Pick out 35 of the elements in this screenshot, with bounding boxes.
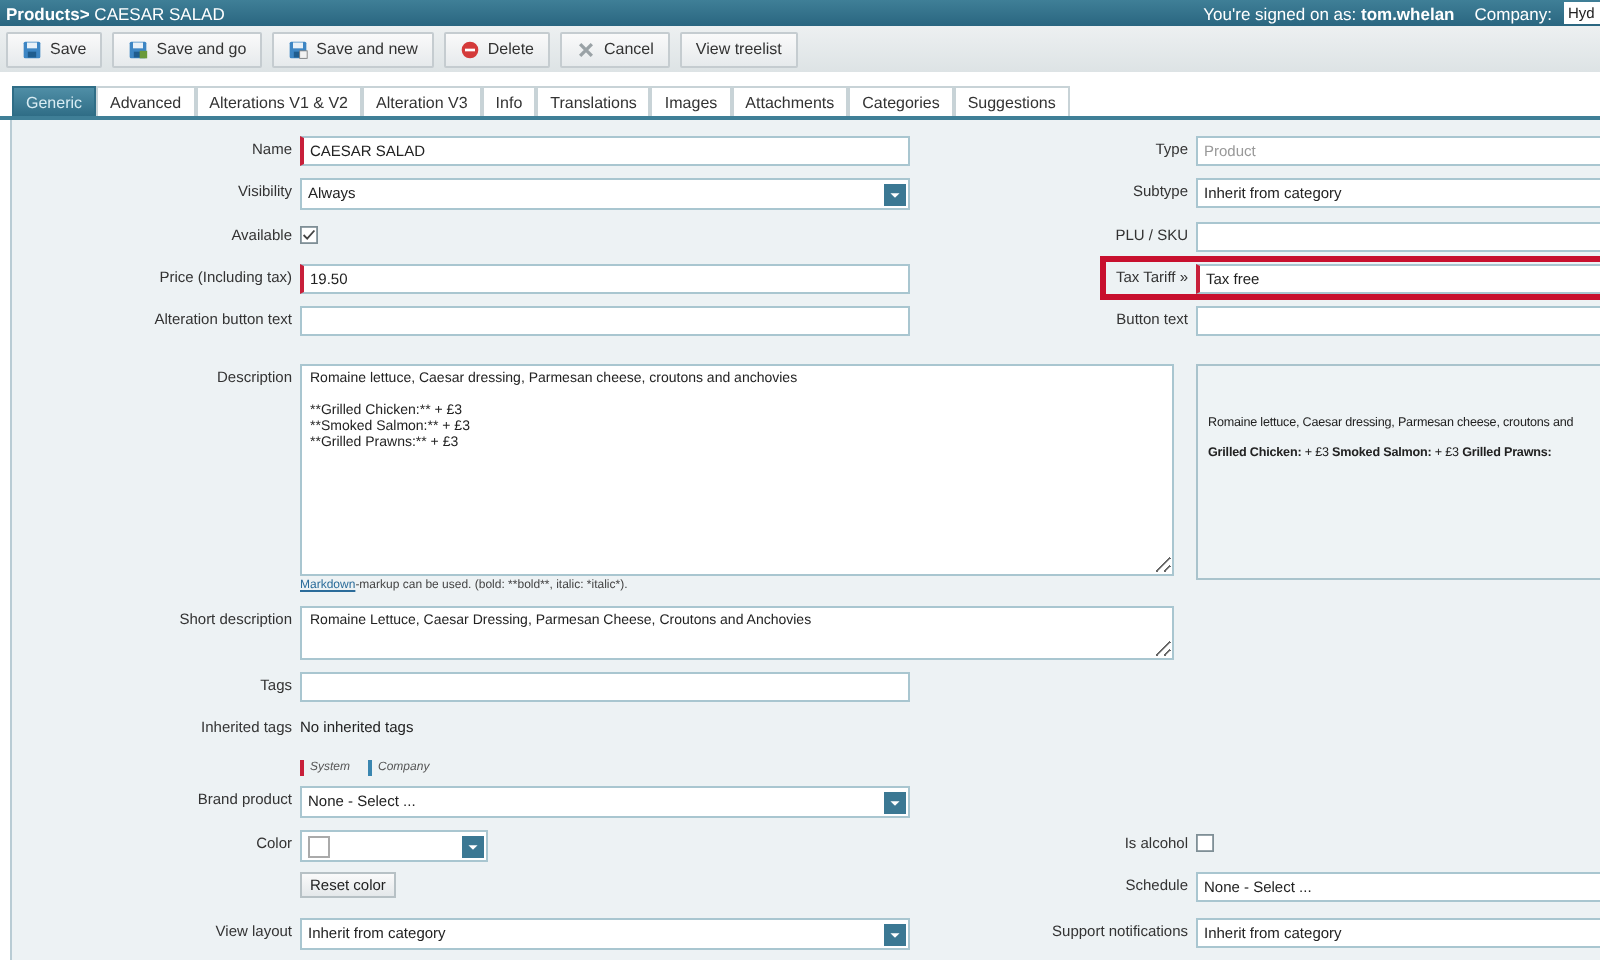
close-icon	[576, 39, 596, 59]
toolbar-button[interactable]: Save and new	[272, 31, 434, 67]
text-field[interactable]	[300, 672, 910, 702]
caret-icon	[884, 923, 906, 945]
caret-icon	[462, 835, 484, 857]
color-picker[interactable]	[300, 830, 488, 862]
tab[interactable]: Suggestions	[953, 86, 1070, 116]
tab[interactable]: Generic	[12, 86, 97, 116]
floppy-icon	[288, 39, 309, 59]
caret-icon	[884, 791, 906, 813]
tab[interactable]: Images	[650, 86, 732, 116]
breadcrumb: Products> CAESAR SALAD	[6, 3, 225, 23]
checkbox[interactable]	[1196, 834, 1214, 852]
tab[interactable]: Translations	[536, 86, 651, 116]
tab[interactable]: Alteration V3	[361, 86, 482, 116]
toolbar-button[interactable]: Save	[6, 31, 103, 67]
tab[interactable]: Attachments	[731, 86, 849, 116]
text-field[interactable]	[300, 306, 910, 336]
toolbar-button[interactable]: Cancel	[560, 31, 670, 67]
tab[interactable]: Info	[481, 86, 537, 116]
tab[interactable]: Advanced	[96, 86, 196, 116]
toolbar-button[interactable]: Save and go	[112, 31, 263, 67]
tab[interactable]: Categories	[848, 86, 954, 116]
delete-icon	[459, 39, 480, 59]
toolbar-button[interactable]: Delete	[443, 31, 550, 67]
company-label: Company:	[1474, 3, 1552, 23]
caret-icon	[884, 183, 906, 205]
text-field[interactable]	[1196, 306, 1600, 336]
signed-on-text: You're signed on as: tom.whelan	[1203, 3, 1455, 23]
checkbox[interactable]	[300, 226, 318, 244]
floppy-icon	[22, 39, 42, 59]
text-field[interactable]	[1196, 222, 1600, 252]
tab[interactable]: Alterations V1 & V2	[195, 86, 362, 116]
toolbar-button[interactable]: View treelist	[679, 31, 798, 67]
floppy-icon	[128, 39, 149, 59]
